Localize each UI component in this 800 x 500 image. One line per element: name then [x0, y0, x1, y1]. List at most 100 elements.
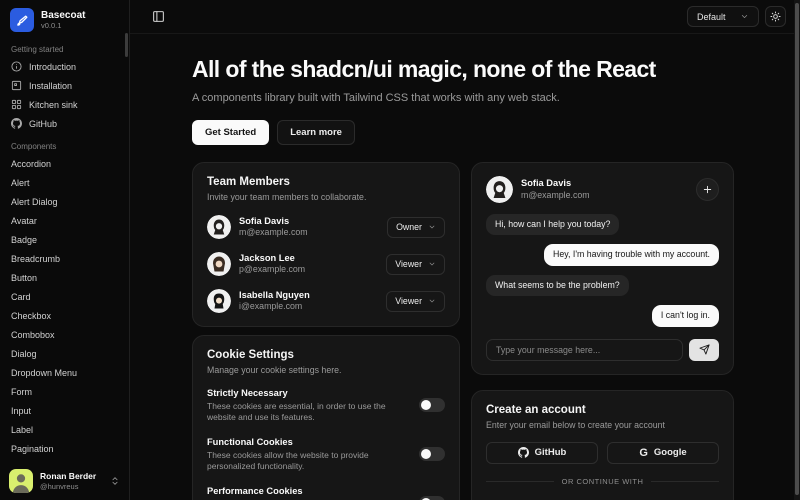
chat-user-avatar — [486, 176, 513, 203]
sidebar-item-label: Form — [11, 387, 32, 397]
sidebar-section-components: Components — [0, 142, 129, 151]
sidebar-item-label[interactable]: Label — [0, 420, 129, 439]
sidebar-item-dialog[interactable]: Dialog — [0, 344, 129, 363]
performance-cookies-switch[interactable] — [419, 496, 445, 500]
sidebar-item-button[interactable]: Button — [0, 268, 129, 287]
sidebar-item-label: Pagination — [11, 444, 54, 454]
member-name: Sofia Davis — [239, 216, 308, 228]
sidebar-item-alert[interactable]: Alert — [0, 173, 129, 192]
role-select-value: Viewer — [395, 259, 422, 269]
learn-more-button[interactable]: Learn more — [277, 120, 355, 145]
github-signup-button[interactable]: GitHub — [486, 442, 598, 464]
chat-input-row — [486, 339, 719, 361]
switch-thumb — [421, 400, 431, 410]
google-signup-button[interactable]: G Google — [607, 442, 719, 464]
role-select-value: Viewer — [395, 296, 422, 306]
sidebar-item-checkbox[interactable]: Checkbox — [0, 306, 129, 325]
theme-toggle-button[interactable] — [765, 6, 786, 27]
sidebar-item-label: Accordion — [11, 159, 51, 169]
chat-card: Sofia Davis m@example.com Hi, how can I … — [471, 162, 734, 375]
chat-message-sent: I can't log in. — [652, 305, 719, 326]
sidebar-item-label: Button — [11, 273, 37, 283]
chat-messages: Hi, how can I help you today? Hey, I'm h… — [486, 214, 719, 327]
sidebar-item-label: Combobox — [11, 330, 55, 340]
sidebar-item-accordion[interactable]: Accordion — [0, 154, 129, 173]
sidebar-item-label: Dropdown Menu — [11, 368, 77, 378]
theme-select[interactable]: Default — [687, 6, 759, 27]
card-description: Manage your cookie settings here. — [207, 365, 445, 375]
get-started-button[interactable]: Get Started — [192, 120, 269, 145]
google-button-label: Google — [654, 447, 687, 458]
sidebar-item-installation[interactable]: Installation — [0, 76, 129, 95]
sidebar-item-badge[interactable]: Badge — [0, 230, 129, 249]
app-title: Basecoat — [41, 10, 85, 22]
chevron-down-icon — [428, 260, 436, 268]
member-avatar — [207, 215, 231, 239]
member-avatar — [207, 289, 231, 313]
github-icon — [518, 447, 529, 458]
new-chat-button[interactable] — [696, 178, 719, 201]
sidebar-item-label: GitHub — [29, 119, 57, 129]
sidebar-item-label: Input — [11, 406, 31, 416]
sidebar-logo[interactable]: Basecoat v0.0.1 — [0, 0, 129, 36]
sidebar-item-label: Installation — [29, 81, 72, 91]
chat-message-received: What seems to be the problem? — [486, 275, 629, 296]
page-scrollbar[interactable] — [794, 0, 800, 500]
strictly-necessary-switch[interactable] — [419, 398, 445, 412]
right-column: Sofia Davis m@example.com Hi, how can I … — [471, 162, 734, 500]
send-icon — [699, 344, 710, 355]
theme-select-value: Default — [697, 12, 726, 22]
create-account-card: Create an account Enter your email below… — [471, 390, 734, 500]
card-description: Invite your team members to collaborate. — [207, 192, 445, 202]
github-button-label: GitHub — [535, 447, 567, 458]
chat-message-input[interactable] — [486, 339, 683, 361]
team-members-card: Team Members Invite your team members to… — [192, 162, 460, 327]
sidebar-user-menu[interactable]: Ronan Berder @hunvreus — [0, 462, 129, 500]
role-select[interactable]: Viewer — [386, 254, 445, 275]
left-column: Team Members Invite your team members to… — [192, 162, 460, 500]
plus-icon — [702, 184, 713, 195]
sidebar-item-form[interactable]: Form — [0, 382, 129, 401]
sidebar-item-avatar[interactable]: Avatar — [0, 211, 129, 230]
kitchen-sink-icon — [11, 99, 22, 110]
cookie-option-row: Performance Cookies These cookies help t… — [207, 486, 445, 500]
sidebar-item-dropdown-menu[interactable]: Dropdown Menu — [0, 363, 129, 382]
chat-message-sent: Hey, I'm having trouble with my account. — [544, 244, 719, 265]
sidebar-item-input[interactable]: Input — [0, 401, 129, 420]
scrollbar-thumb[interactable] — [795, 3, 799, 495]
send-button[interactable] — [689, 339, 719, 361]
sidebar-scrollbar[interactable] — [125, 33, 128, 57]
sidebar-item-label: Card — [11, 292, 31, 302]
sidebar-item-alert-dialog[interactable]: Alert Dialog — [0, 192, 129, 211]
role-select[interactable]: Owner — [387, 217, 445, 238]
member-email: p@example.com — [239, 264, 305, 275]
card-title: Cookie Settings — [207, 349, 445, 361]
cookie-option-label: Functional Cookies — [207, 437, 409, 447]
member-avatar — [207, 252, 231, 276]
page-content: All of the shadcn/ui magic, none of the … — [130, 34, 800, 500]
sidebar-item-introduction[interactable]: Introduction — [0, 57, 129, 76]
sidebar-item-label: Badge — [11, 235, 37, 245]
team-member-row: Isabella Nguyen i@example.com Viewer — [207, 289, 445, 313]
sidebar-toggle-button[interactable] — [147, 6, 169, 28]
sidebar-item-label: Kitchen sink — [29, 100, 78, 110]
chat-message-received: Hi, how can I help you today? — [486, 214, 619, 235]
functional-cookies-switch[interactable] — [419, 447, 445, 461]
sidebar-item-combobox[interactable]: Combobox — [0, 325, 129, 344]
basecoat-logo-icon — [10, 8, 34, 32]
role-select[interactable]: Viewer — [386, 291, 445, 312]
team-member-row: Jackson Lee p@example.com Viewer — [207, 252, 445, 276]
cookie-option-label: Performance Cookies — [207, 486, 409, 496]
sidebar-item-label: Introduction — [29, 62, 76, 72]
user-avatar — [9, 469, 33, 493]
sidebar-item-card[interactable]: Card — [0, 287, 129, 306]
or-continue-divider: OR CONTINUE WITH — [486, 477, 719, 486]
sidebar-item-kitchen-sink[interactable]: Kitchen sink — [0, 95, 129, 114]
cookie-option-label: Strictly Necessary — [207, 388, 409, 398]
sidebar-item-breadcrumb[interactable]: Breadcrumb — [0, 249, 129, 268]
sidebar-item-pagination[interactable]: Pagination — [0, 439, 129, 458]
sidebar-item-github[interactable]: GitHub — [0, 114, 129, 133]
chevron-down-icon — [428, 297, 436, 305]
member-email: i@example.com — [239, 301, 310, 312]
info-icon — [11, 61, 22, 72]
